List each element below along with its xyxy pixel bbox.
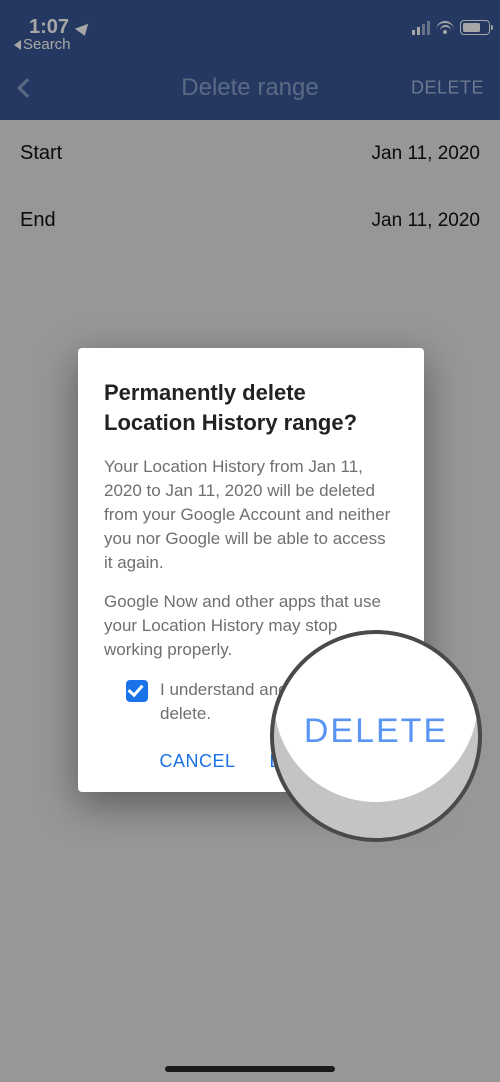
cancel-button[interactable]: CANCEL (159, 751, 235, 772)
magnifier-text: DELETE (304, 712, 448, 751)
dialog-body-1: Your Location History from Jan 11, 2020 … (104, 455, 398, 574)
magnifier-callout: DELETE (270, 630, 482, 842)
consent-checkbox[interactable] (126, 680, 148, 702)
dialog-title: Permanently delete Location History rang… (104, 378, 398, 437)
home-indicator[interactable] (165, 1066, 335, 1072)
